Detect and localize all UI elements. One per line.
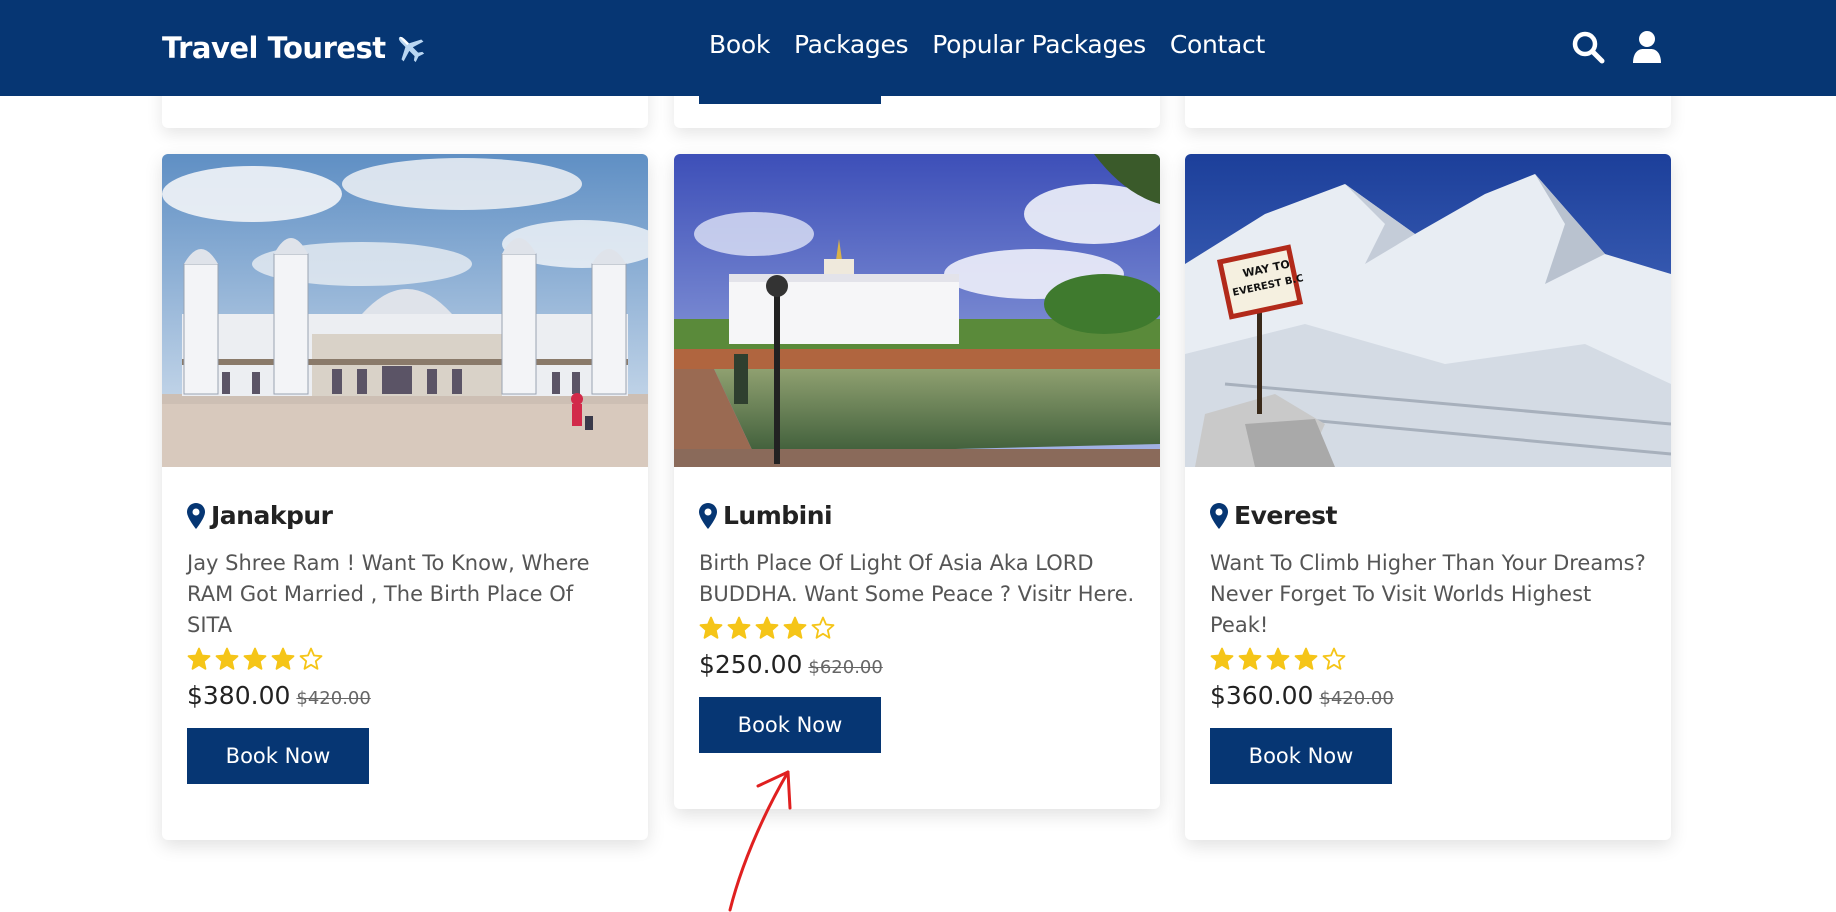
package-title: Janakpur (211, 501, 333, 530)
package-title: Lumbini (723, 501, 833, 530)
package-description: Want To Climb Higher Than Your Dreams? N… (1210, 551, 1646, 637)
package-description: Birth Place Of Light Of Asia Aka LORD BU… (699, 551, 1135, 606)
star-filled-icon (727, 616, 751, 639)
book-now-button[interactable]: Book Now (1210, 728, 1392, 784)
rating-stars (187, 647, 623, 671)
main-nav: Book Packages Popular Packages Contact (709, 30, 1265, 59)
annotation-arrow (728, 770, 792, 912)
navbar: Travel Tourest Book Packages Popular Pac… (0, 0, 1836, 96)
book-now-button[interactable]: Book Now (187, 728, 369, 784)
star-filled-icon (1210, 647, 1234, 670)
nav-link-book[interactable]: Book (709, 30, 770, 59)
location-pin-icon (699, 502, 717, 529)
star-empty-icon (811, 616, 835, 639)
package-card-janakpur: Janakpur Jay Shree Ram ! Want To Know, W… (162, 154, 648, 840)
airplane-icon (398, 36, 424, 63)
location-pin-icon (187, 502, 205, 529)
star-filled-icon (699, 616, 723, 639)
star-filled-icon (755, 616, 779, 639)
package-description: Jay Shree Ram ! Want To Know, Where RAM … (187, 551, 590, 637)
nav-link-popular-packages[interactable]: Popular Packages (932, 30, 1146, 59)
star-empty-icon (1322, 647, 1346, 670)
nav-link-packages[interactable]: Packages (794, 30, 909, 59)
star-filled-icon (187, 647, 211, 670)
star-filled-icon (271, 647, 295, 670)
rating-stars (1210, 647, 1646, 671)
package-old-price: $420.00 (1319, 688, 1394, 709)
user-icon[interactable] (1629, 29, 1665, 65)
star-filled-icon (215, 647, 239, 670)
everest-mountain-image: WAY TO EVEREST B.C (1185, 154, 1671, 467)
package-card-lumbini: Lumbini Birth Place Of Light Of Asia Aka… (674, 154, 1160, 809)
star-filled-icon (783, 616, 807, 639)
star-filled-icon (243, 647, 267, 670)
nav-link-contact[interactable]: Contact (1170, 30, 1265, 59)
search-icon[interactable] (1570, 29, 1606, 65)
location-pin-icon (1210, 502, 1228, 529)
package-old-price: $420.00 (296, 688, 371, 709)
star-empty-icon (299, 647, 323, 670)
package-price: $360.00 (1210, 681, 1314, 710)
janakpur-temple-image (162, 154, 648, 467)
star-filled-icon (1266, 647, 1290, 670)
rating-stars (699, 616, 1135, 640)
package-price: $250.00 (699, 650, 803, 679)
brand-name: Travel Tourest (162, 31, 386, 65)
lumbini-temple-image (674, 154, 1160, 467)
star-filled-icon (1294, 647, 1318, 670)
package-price: $380.00 (187, 681, 291, 710)
package-title: Everest (1234, 501, 1337, 530)
package-card-everest: WAY TO EVEREST B.C Everest Want To Climb… (1185, 154, 1671, 840)
package-old-price: $620.00 (808, 657, 883, 678)
brand-logo[interactable]: Travel Tourest (162, 26, 428, 70)
book-now-button[interactable]: Book Now (699, 697, 881, 753)
star-filled-icon (1238, 647, 1262, 670)
